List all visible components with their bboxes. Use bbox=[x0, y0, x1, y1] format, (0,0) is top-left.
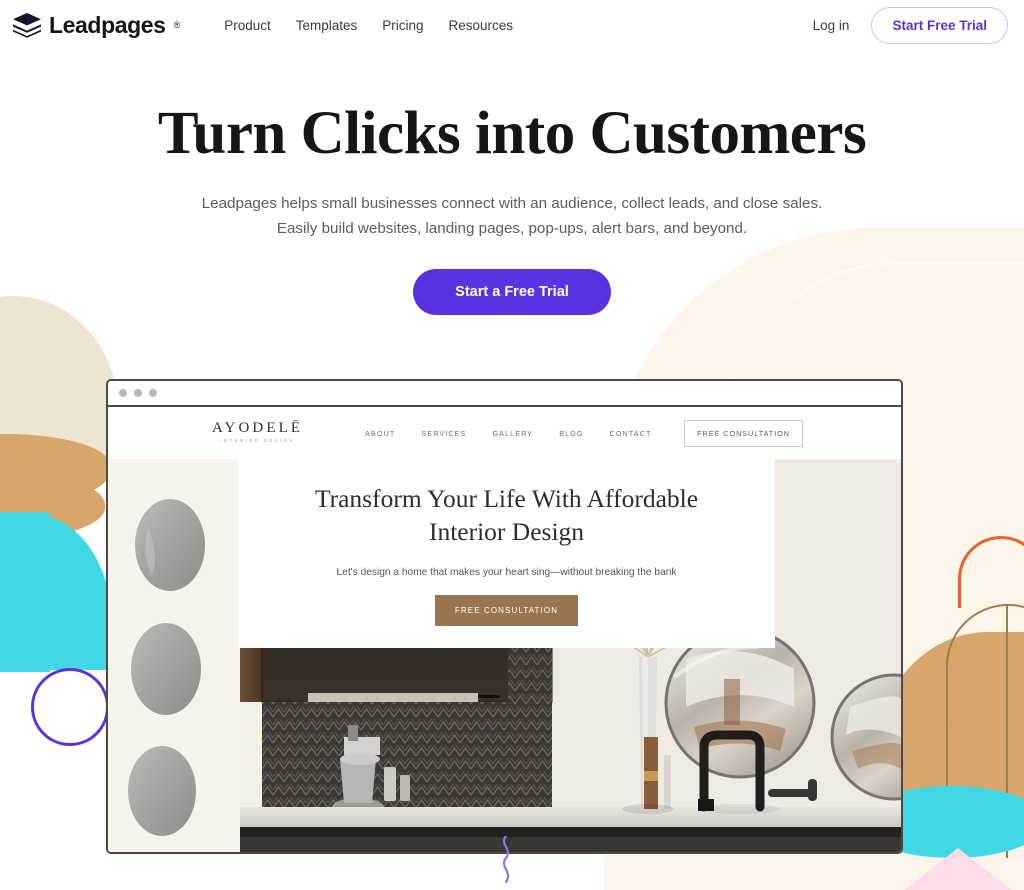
mockup-hero-headline-line2: Interior Design bbox=[428, 516, 585, 546]
nav-item-pricing[interactable]: Pricing bbox=[382, 18, 423, 33]
nav-item-templates[interactable]: Templates bbox=[296, 18, 358, 33]
brown-vertical-line-shape bbox=[1006, 604, 1008, 858]
mockup-nav-free-consultation-button[interactable]: FREE CONSULTATION bbox=[684, 419, 803, 447]
mockup-nav-item-contact[interactable]: CONTACT bbox=[610, 429, 652, 438]
browser-mockup: AYODELĒ INTERIOR DESIGN ABOUT SERVICES G… bbox=[106, 379, 903, 854]
tan-leaf-upper-shape bbox=[0, 434, 110, 502]
hero-subheadline-line1: Leadpages helps small businesses connect… bbox=[201, 195, 823, 213]
main-navigation: Product Templates Pricing Resources bbox=[224, 18, 513, 33]
mockup-viewport: AYODELĒ INTERIOR DESIGN ABOUT SERVICES G… bbox=[108, 407, 901, 852]
site-header: Leadpages ® Product Templates Pricing Re… bbox=[0, 0, 1024, 50]
header-actions: Log in Start Free Trial bbox=[813, 6, 1008, 44]
login-link[interactable]: Log in bbox=[813, 18, 850, 33]
nav-item-product[interactable]: Product bbox=[224, 18, 271, 33]
ayodele-logo[interactable]: AYODELĒ INTERIOR DESIGN bbox=[212, 421, 303, 445]
ayodele-logo-name: AYODELĒ bbox=[212, 420, 304, 437]
cyan-block-left-shape bbox=[0, 512, 50, 672]
cyan-wave-left-shape bbox=[0, 514, 112, 670]
window-dot-maximize-icon bbox=[149, 389, 157, 397]
mockup-hero-headline: Transform Your Life With Affordable Inte… bbox=[248, 483, 765, 548]
mockup-nav-item-gallery[interactable]: GALLERY bbox=[492, 429, 533, 438]
mockup-site-header: AYODELĒ INTERIOR DESIGN ABOUT SERVICES G… bbox=[108, 407, 901, 459]
hero-subheadline: Leadpages helps small businesses connect… bbox=[0, 192, 1024, 241]
ayodele-logo-tagline: INTERIOR DESIGN bbox=[220, 439, 295, 445]
start-a-free-trial-button[interactable]: Start a Free Trial bbox=[413, 269, 611, 316]
mockup-hero-tagline: Let's design a home that makes your hear… bbox=[336, 567, 677, 579]
page-root: Leadpages ® Product Templates Pricing Re… bbox=[0, 0, 1024, 890]
mockup-site-navigation: ABOUT SERVICES GALLERY BLOG CONTACT bbox=[365, 429, 651, 438]
mockup-hero-free-consultation-button[interactable]: FREE CONSULTATION bbox=[434, 595, 579, 627]
tan-leaf-lower-shape bbox=[0, 474, 105, 538]
start-free-trial-header-button[interactable]: Start Free Trial bbox=[871, 6, 1008, 44]
window-dot-minimize-icon bbox=[134, 389, 142, 397]
brand-name: Leadpages bbox=[49, 11, 166, 38]
cream-blob-left-shape bbox=[0, 296, 118, 506]
orange-arch-outline-shape bbox=[958, 536, 1024, 608]
brand-registered-mark: ® bbox=[173, 20, 181, 30]
hero-headline: Turn Clicks into Customers bbox=[157, 100, 867, 167]
purple-squiggle-icon bbox=[502, 836, 510, 884]
window-dot-close-icon bbox=[119, 389, 127, 397]
mockup-nav-item-about[interactable]: ABOUT bbox=[365, 429, 395, 438]
nav-item-resources[interactable]: Resources bbox=[449, 18, 514, 33]
brown-arch-outline-shape bbox=[946, 604, 1024, 890]
tan-blob-right-secondary-shape bbox=[924, 690, 1024, 820]
mockup-nav-item-services[interactable]: SERVICES bbox=[421, 429, 466, 438]
purple-circle-outline-shape bbox=[31, 668, 109, 746]
browser-chrome-bar bbox=[108, 381, 901, 407]
hero-subheadline-line2: Easily build websites, landing pages, po… bbox=[276, 219, 748, 237]
hero-section: Turn Clicks into Customers Leadpages hel… bbox=[0, 50, 1024, 316]
leadpages-logo[interactable]: Leadpages ® bbox=[12, 12, 180, 39]
pink-triangle-shape bbox=[884, 848, 1024, 890]
mockup-hero-headline-line1: Transform Your Life With Affordable bbox=[314, 484, 699, 513]
stacked-layers-icon bbox=[13, 13, 41, 38]
mockup-hero-section: Transform Your Life With Affordable Inte… bbox=[238, 459, 775, 649]
mockup-nav-item-blog[interactable]: BLOG bbox=[559, 429, 583, 438]
